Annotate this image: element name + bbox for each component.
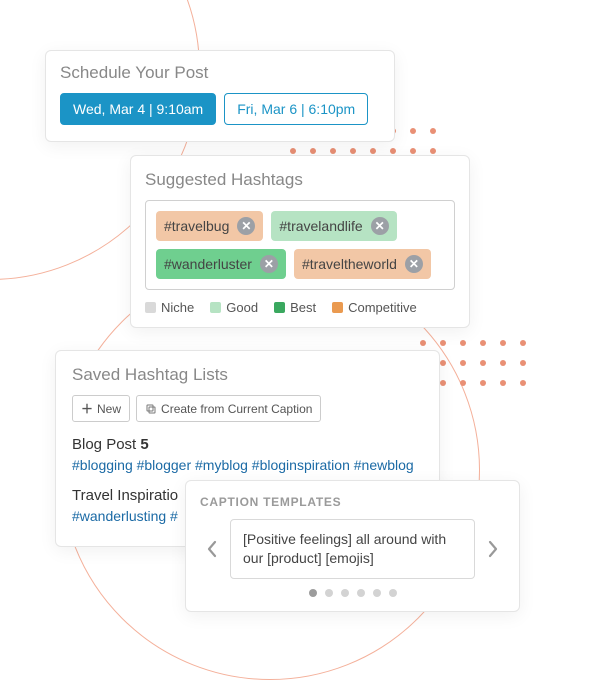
hashtag-text: #traveltheworld — [302, 256, 397, 272]
template-carousel: [Positive feelings] all around with our … — [200, 519, 505, 579]
hashtag-text: #wanderluster — [164, 256, 252, 272]
hashtag-legend: Niche Good Best Competitive — [145, 300, 455, 315]
legend-competitive: Competitive — [332, 300, 417, 315]
legend-best: Best — [274, 300, 316, 315]
pager-dot[interactable] — [389, 589, 397, 597]
schedule-slot-button[interactable]: Wed, Mar 4 | 9:10am — [60, 93, 216, 125]
legend-swatch — [145, 302, 156, 313]
schedule-slot-list: Wed, Mar 4 | 9:10am Fri, Mar 6 | 6:10pm — [60, 93, 380, 125]
remove-hashtag-icon[interactable]: ✕ — [371, 217, 389, 235]
pager-dot[interactable] — [325, 589, 333, 597]
pager-dot[interactable] — [373, 589, 381, 597]
saved-list-item[interactable]: Blog Post 5 #blogging #blogger #myblog #… — [72, 436, 423, 473]
saved-list-tags: #blogging #blogger #myblog #bloginspirat… — [72, 457, 423, 473]
create-from-caption-button[interactable]: Create from Current Caption — [136, 395, 321, 422]
saved-list-name: Blog Post 5 — [72, 436, 423, 453]
legend-good: Good — [210, 300, 258, 315]
card-title: Suggested Hashtags — [145, 170, 455, 190]
hashtag-text: #travelandlife — [279, 218, 362, 234]
create-from-caption-label: Create from Current Caption — [161, 402, 312, 416]
template-pager — [200, 589, 505, 597]
legend-swatch — [210, 302, 221, 313]
chevron-right-icon — [487, 540, 499, 558]
suggested-hashtags-card: Suggested Hashtags #travelbug ✕ #travela… — [130, 155, 470, 328]
card-title: Schedule Your Post — [60, 63, 380, 83]
legend-swatch — [332, 302, 343, 313]
template-text[interactable]: [Positive feelings] all around with our … — [230, 519, 475, 579]
card-title: Saved Hashtag Lists — [72, 365, 423, 385]
remove-hashtag-icon[interactable]: ✕ — [260, 255, 278, 273]
schedule-post-card: Schedule Your Post Wed, Mar 4 | 9:10am F… — [45, 50, 395, 142]
legend-niche: Niche — [145, 300, 194, 315]
copy-icon — [145, 403, 157, 415]
hashtag-chip[interactable]: #traveltheworld ✕ — [294, 249, 431, 279]
next-template-button[interactable] — [481, 531, 505, 567]
hashtag-chip-container: #travelbug ✕ #travelandlife ✕ #wanderlus… — [145, 200, 455, 290]
hashtag-chip[interactable]: #travelandlife ✕ — [271, 211, 396, 241]
new-list-label: New — [97, 402, 121, 416]
chevron-left-icon — [206, 540, 218, 558]
prev-template-button[interactable] — [200, 531, 224, 567]
card-title: CAPTION TEMPLATES — [200, 495, 505, 509]
hashtag-chip[interactable]: #travelbug ✕ — [156, 211, 263, 241]
saved-lists-toolbar: ＋ New Create from Current Caption — [72, 395, 423, 422]
hashtag-text: #travelbug — [164, 218, 229, 234]
hashtag-chip[interactable]: #wanderluster ✕ — [156, 249, 286, 279]
remove-hashtag-icon[interactable]: ✕ — [405, 255, 423, 273]
legend-swatch — [274, 302, 285, 313]
pager-dot[interactable] — [357, 589, 365, 597]
schedule-slot-button[interactable]: Fri, Mar 6 | 6:10pm — [224, 93, 368, 125]
new-list-button[interactable]: ＋ New — [72, 395, 130, 422]
pager-dot[interactable] — [309, 589, 317, 597]
plus-icon: ＋ — [81, 400, 93, 417]
pager-dot[interactable] — [341, 589, 349, 597]
caption-templates-card: CAPTION TEMPLATES [Positive feelings] al… — [185, 480, 520, 612]
remove-hashtag-icon[interactable]: ✕ — [237, 217, 255, 235]
